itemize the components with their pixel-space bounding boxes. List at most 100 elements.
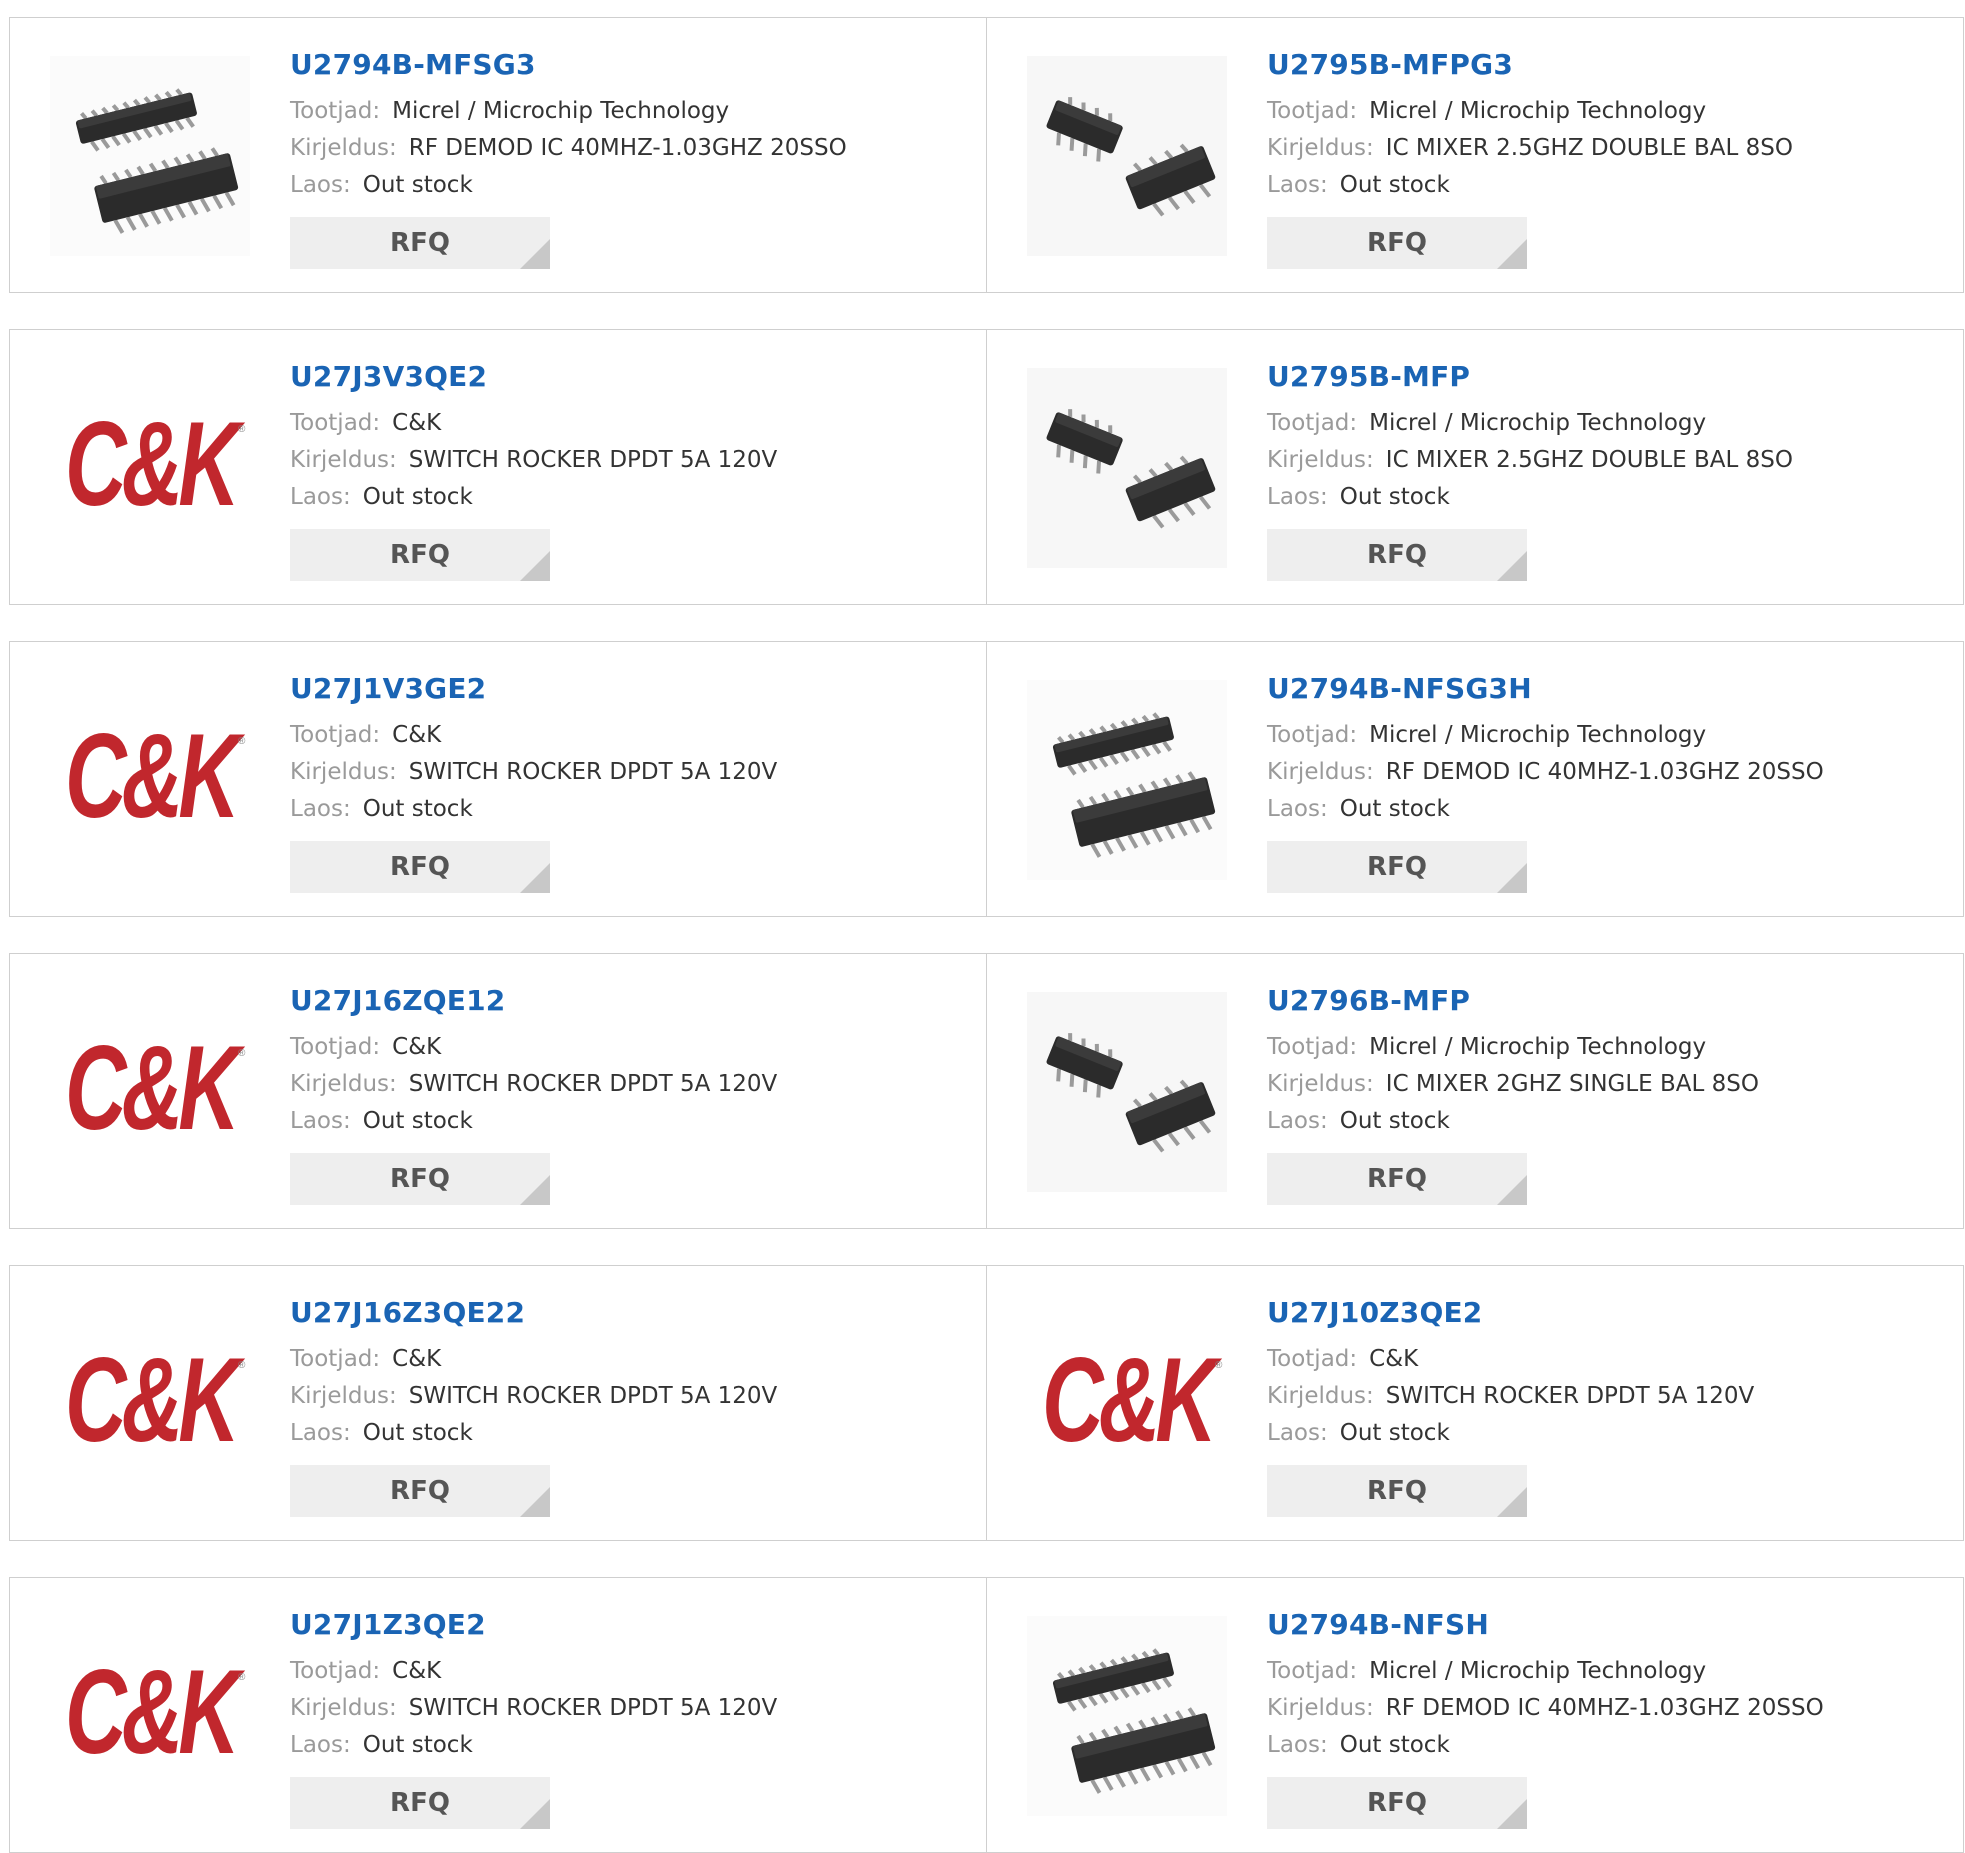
- description-value: SWITCH ROCKER DPDT 5A 120V: [408, 1383, 778, 1409]
- part-number-link[interactable]: U2796B-MFP: [1267, 984, 1470, 1017]
- maker-label: Tootjad:: [290, 410, 381, 436]
- product-image[interactable]: [1027, 680, 1227, 880]
- rfq-button[interactable]: RFQ: [290, 217, 550, 269]
- description-label: Kirjeldus:: [1267, 1383, 1374, 1409]
- product-card: U2795B-MFP Tootjad: Micrel / Microchip Tec…: [986, 329, 1964, 605]
- rfq-button[interactable]: RFQ: [290, 1777, 550, 1829]
- stock-row: Laos: Out stock: [290, 796, 473, 822]
- chip-ssop20-icon: [1027, 1616, 1227, 1816]
- description-label: Kirjeldus:: [1267, 1071, 1374, 1097]
- description-value: SWITCH ROCKER DPDT 5A 120V: [408, 447, 778, 473]
- description-value: IC MIXER 2GHZ SINGLE BAL 8SO: [1385, 1071, 1760, 1097]
- product-image[interactable]: [1027, 1616, 1227, 1816]
- description-row: Kirjeldus: IC MIXER 2.5GHZ DOUBLE BAL 8SO: [1267, 447, 1793, 473]
- rfq-button[interactable]: RFQ: [290, 1465, 550, 1517]
- maker-label: Tootjad:: [290, 1346, 381, 1372]
- part-number-link[interactable]: U27J3V3QE2: [290, 360, 487, 393]
- rfq-button[interactable]: RFQ: [1267, 1465, 1527, 1517]
- description-value: RF DEMOD IC 40MHZ-1.03GHZ 20SSO: [408, 135, 847, 161]
- rfq-label: RFQ: [390, 1788, 450, 1818]
- stock-value: Out stock: [1339, 1108, 1450, 1134]
- part-number-link[interactable]: U27J1Z3QE2: [290, 1608, 486, 1641]
- corner-triangle-icon: [1497, 1487, 1527, 1517]
- corner-triangle-icon: [520, 239, 550, 269]
- svg-text:C&K: C&K: [65, 710, 246, 844]
- maker-row: Tootjad: Micrel / Microchip Technology: [290, 98, 729, 124]
- part-number-link[interactable]: U27J10Z3QE2: [1267, 1296, 1482, 1329]
- maker-row: Tootjad: C&K: [1267, 1346, 1418, 1372]
- description-label: Kirjeldus:: [290, 447, 397, 473]
- corner-triangle-icon: [1497, 863, 1527, 893]
- stock-value: Out stock: [362, 484, 473, 510]
- rfq-button[interactable]: RFQ: [1267, 217, 1527, 269]
- maker-row: Tootjad: Micrel / Microchip Technology: [1267, 1658, 1706, 1684]
- corner-triangle-icon: [520, 1175, 550, 1205]
- rfq-button[interactable]: RFQ: [290, 529, 550, 581]
- stock-label: Laos:: [1267, 796, 1328, 822]
- product-grid: U2794B-MFSG3 Tootjad: Micrel / Microchip T…: [0, 0, 1965, 1853]
- stock-value: Out stock: [362, 1420, 473, 1446]
- product-card: U2794B-NFSH Tootjad: Micrel / Microchip Te…: [986, 1577, 1964, 1853]
- part-number-link[interactable]: U2794B-MFSG3: [290, 48, 536, 81]
- product-image[interactable]: [1027, 992, 1227, 1192]
- stock-value: Out stock: [1339, 1732, 1450, 1758]
- product-card: U2795B-MFPG3 Tootjad: Micrel / Microchip T…: [986, 17, 1964, 293]
- description-label: Kirjeldus:: [290, 759, 397, 785]
- product-image[interactable]: C&K ®: [50, 1304, 250, 1504]
- product-image[interactable]: C&K ®: [1027, 1304, 1227, 1504]
- description-row: Kirjeldus: SWITCH ROCKER DPDT 5A 120V: [1267, 1383, 1754, 1409]
- description-row: Kirjeldus: SWITCH ROCKER DPDT 5A 120V: [290, 1383, 777, 1409]
- part-number-link[interactable]: U27J1V3GE2: [290, 672, 486, 705]
- part-number-link[interactable]: U2795B-MFP: [1267, 360, 1470, 393]
- description-row: Kirjeldus: IC MIXER 2.5GHZ DOUBLE BAL 8SO: [1267, 135, 1793, 161]
- rfq-button[interactable]: RFQ: [290, 1153, 550, 1205]
- description-label: Kirjeldus:: [1267, 1695, 1374, 1721]
- rfq-button[interactable]: RFQ: [1267, 1777, 1527, 1829]
- stock-label: Laos:: [1267, 1732, 1328, 1758]
- maker-value: Micrel / Microchip Technology: [1369, 1034, 1707, 1060]
- product-image[interactable]: C&K ®: [50, 992, 250, 1192]
- stock-label: Laos:: [290, 172, 351, 198]
- product-image[interactable]: C&K ®: [50, 1616, 250, 1816]
- product-card: C&K ® U27J1V3GE2 Tootjad: C&K Kirjeldus: SWITC…: [9, 641, 987, 917]
- rfq-label: RFQ: [390, 228, 450, 258]
- part-number-link[interactable]: U2794B-NFSG3H: [1267, 672, 1532, 705]
- maker-row: Tootjad: C&K: [290, 722, 441, 748]
- maker-row: Tootjad: C&K: [290, 1346, 441, 1372]
- stock-row: Laos: Out stock: [1267, 484, 1450, 510]
- description-label: Kirjeldus:: [290, 135, 397, 161]
- corner-triangle-icon: [520, 1799, 550, 1829]
- stock-row: Laos: Out stock: [290, 172, 473, 198]
- chip-so8-icon: [1027, 368, 1227, 568]
- description-row: Kirjeldus: RF DEMOD IC 40MHZ-1.03GHZ 20SS…: [1267, 759, 1824, 785]
- part-number-link[interactable]: U27J16Z3QE22: [290, 1296, 525, 1329]
- product-image[interactable]: [50, 56, 250, 256]
- part-number-link[interactable]: U2794B-NFSH: [1267, 1608, 1489, 1641]
- maker-value: Micrel / Microchip Technology: [1369, 410, 1707, 436]
- rfq-label: RFQ: [390, 1476, 450, 1506]
- ck-logo: C&K ®: [65, 1646, 250, 1780]
- maker-value: Micrel / Microchip Technology: [392, 98, 730, 124]
- maker-label: Tootjad:: [1267, 1034, 1358, 1060]
- rfq-button[interactable]: RFQ: [290, 841, 550, 893]
- stock-label: Laos:: [290, 484, 351, 510]
- rfq-button[interactable]: RFQ: [1267, 1153, 1527, 1205]
- maker-value: Micrel / Microchip Technology: [1369, 1658, 1707, 1684]
- stock-row: Laos: Out stock: [290, 1732, 473, 1758]
- part-number-link[interactable]: U2795B-MFPG3: [1267, 48, 1513, 81]
- product-image[interactable]: C&K ®: [50, 680, 250, 880]
- description-label: Kirjeldus:: [1267, 759, 1374, 785]
- part-number-link[interactable]: U27J16ZQE12: [290, 984, 505, 1017]
- stock-label: Laos:: [1267, 1420, 1328, 1446]
- product-image[interactable]: [1027, 56, 1227, 256]
- product-image[interactable]: [1027, 368, 1227, 568]
- maker-row: Tootjad: C&K: [290, 1658, 441, 1684]
- rfq-button[interactable]: RFQ: [1267, 841, 1527, 893]
- stock-row: Laos: Out stock: [290, 1420, 473, 1446]
- rfq-button[interactable]: RFQ: [1267, 529, 1527, 581]
- maker-label: Tootjad:: [1267, 410, 1358, 436]
- product-image[interactable]: C&K ®: [50, 368, 250, 568]
- maker-row: Tootjad: Micrel / Microchip Technology: [1267, 722, 1706, 748]
- product-card: U2794B-NFSG3H Tootjad: Micrel / Microchip …: [986, 641, 1964, 917]
- product-card: C&K ® U27J1Z3QE2 Tootjad: C&K Kirjeldus: SWITC…: [9, 1577, 987, 1853]
